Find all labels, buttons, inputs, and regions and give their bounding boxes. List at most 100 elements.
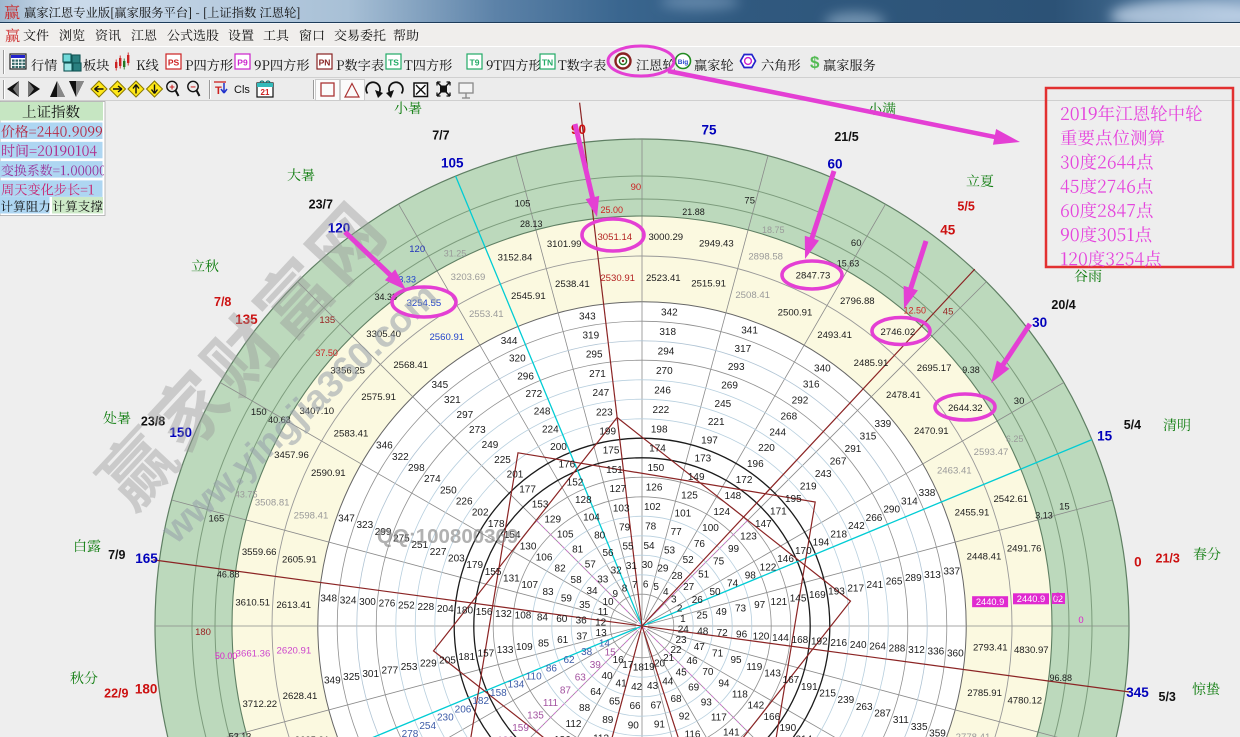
svg-text:118: 118 bbox=[732, 690, 748, 701]
svg-text:3051.14: 3051.14 bbox=[597, 232, 632, 243]
svg-text:72: 72 bbox=[717, 628, 729, 639]
svg-text:21.88: 21.88 bbox=[682, 207, 705, 217]
svg-text:66: 66 bbox=[629, 701, 641, 712]
svg-text:113: 113 bbox=[593, 733, 609, 737]
svg-text:15.63: 15.63 bbox=[837, 258, 860, 268]
svg-text:3661.36: 3661.36 bbox=[236, 648, 271, 659]
svg-text:7: 7 bbox=[632, 580, 638, 591]
svg-text:124: 124 bbox=[713, 507, 730, 518]
svg-text:5/5: 5/5 bbox=[957, 200, 974, 214]
svg-text:91: 91 bbox=[654, 720, 666, 731]
svg-text:2530.91: 2530.91 bbox=[600, 273, 635, 284]
svg-text:2613.41: 2613.41 bbox=[276, 600, 311, 611]
svg-text:268: 268 bbox=[780, 411, 797, 422]
svg-text:142: 142 bbox=[748, 701, 765, 712]
svg-text:2605.91: 2605.91 bbox=[282, 555, 317, 566]
svg-text:225: 225 bbox=[494, 455, 511, 466]
svg-text:297: 297 bbox=[457, 410, 474, 421]
svg-text:263: 263 bbox=[856, 702, 873, 713]
svg-text:79: 79 bbox=[619, 523, 631, 534]
svg-text:QQ:100800369: QQ:100800369 bbox=[377, 525, 518, 548]
svg-text:71: 71 bbox=[712, 649, 724, 660]
svg-text:3152.84: 3152.84 bbox=[498, 252, 533, 263]
svg-text:152: 152 bbox=[567, 477, 584, 488]
svg-text:50.00: 50.00 bbox=[215, 651, 238, 661]
svg-text:2478.41: 2478.41 bbox=[886, 390, 921, 401]
svg-text:156: 156 bbox=[476, 607, 493, 618]
svg-text:106: 106 bbox=[536, 553, 553, 564]
svg-text:2515.91: 2515.91 bbox=[691, 279, 726, 290]
svg-text:290: 290 bbox=[883, 505, 900, 516]
svg-text:274: 274 bbox=[424, 474, 441, 485]
svg-text:15: 15 bbox=[1059, 502, 1070, 513]
svg-text:157: 157 bbox=[478, 649, 495, 660]
svg-text:36: 36 bbox=[576, 616, 588, 627]
svg-text:2593.47: 2593.47 bbox=[974, 447, 1009, 458]
svg-text:51: 51 bbox=[698, 569, 710, 580]
svg-text:133: 133 bbox=[497, 645, 514, 656]
svg-text:83: 83 bbox=[542, 587, 554, 598]
svg-text:349: 349 bbox=[324, 676, 341, 687]
svg-text:338: 338 bbox=[919, 488, 936, 499]
svg-text:31.25: 31.25 bbox=[444, 248, 467, 258]
svg-text:20/4: 20/4 bbox=[1051, 298, 1075, 312]
svg-text:193: 193 bbox=[828, 587, 845, 598]
svg-text:2448.41: 2448.41 bbox=[967, 552, 1002, 563]
svg-text:2793.41: 2793.41 bbox=[973, 643, 1008, 654]
svg-text:2847.73: 2847.73 bbox=[796, 271, 831, 282]
svg-text:131: 131 bbox=[503, 574, 520, 585]
svg-text:224: 224 bbox=[542, 424, 559, 435]
svg-text:170: 170 bbox=[795, 546, 812, 557]
svg-text:150: 150 bbox=[647, 463, 664, 474]
svg-text:0: 0 bbox=[1055, 591, 1060, 601]
svg-text:272: 272 bbox=[525, 389, 542, 400]
svg-text:228: 228 bbox=[417, 602, 434, 613]
svg-text:61: 61 bbox=[557, 635, 569, 646]
svg-text:219: 219 bbox=[800, 482, 817, 493]
svg-text:2485.91: 2485.91 bbox=[854, 358, 889, 369]
svg-text:27: 27 bbox=[683, 582, 695, 593]
svg-text:343: 343 bbox=[579, 311, 596, 322]
svg-text:291: 291 bbox=[845, 444, 862, 455]
svg-text:58: 58 bbox=[571, 575, 583, 586]
svg-text:288: 288 bbox=[889, 643, 906, 654]
svg-text:177: 177 bbox=[519, 485, 536, 496]
svg-text:196: 196 bbox=[747, 459, 764, 470]
svg-text:49: 49 bbox=[716, 607, 728, 618]
svg-text:81: 81 bbox=[572, 544, 584, 555]
svg-text:266: 266 bbox=[866, 513, 883, 524]
svg-text:89: 89 bbox=[602, 715, 614, 726]
svg-text:120: 120 bbox=[753, 631, 770, 642]
svg-text:2644.32: 2644.32 bbox=[948, 403, 983, 414]
svg-text:346: 346 bbox=[376, 441, 393, 452]
svg-text:7/9: 7/9 bbox=[108, 548, 125, 562]
svg-text:5/3: 5/3 bbox=[1159, 690, 1176, 704]
svg-text:26: 26 bbox=[692, 595, 704, 606]
svg-text:73: 73 bbox=[735, 604, 747, 615]
svg-text:222: 222 bbox=[653, 405, 670, 416]
svg-text:126: 126 bbox=[646, 483, 663, 494]
svg-text:173: 173 bbox=[695, 454, 712, 465]
svg-text:129: 129 bbox=[544, 515, 561, 526]
svg-text:248: 248 bbox=[534, 407, 551, 418]
svg-text:181: 181 bbox=[458, 652, 475, 663]
svg-text:64: 64 bbox=[590, 687, 602, 698]
svg-text:301: 301 bbox=[362, 669, 379, 680]
svg-text:25.00: 25.00 bbox=[601, 205, 624, 215]
svg-text:151: 151 bbox=[606, 465, 623, 476]
svg-text:105: 105 bbox=[557, 530, 574, 541]
svg-text:60: 60 bbox=[851, 238, 862, 249]
svg-text:320: 320 bbox=[509, 354, 526, 365]
svg-text:176: 176 bbox=[558, 460, 575, 471]
svg-text:2440.9: 2440.9 bbox=[976, 597, 1004, 607]
svg-text:295: 295 bbox=[586, 350, 603, 361]
svg-text:90: 90 bbox=[628, 721, 640, 732]
svg-text:324: 324 bbox=[340, 595, 357, 606]
svg-text:54: 54 bbox=[643, 541, 655, 552]
svg-text:2491.76: 2491.76 bbox=[1007, 543, 1042, 554]
svg-text:44: 44 bbox=[662, 676, 674, 687]
svg-text:180: 180 bbox=[195, 627, 211, 638]
svg-text:0: 0 bbox=[1134, 555, 1142, 570]
svg-text:267: 267 bbox=[830, 456, 847, 467]
svg-text:96: 96 bbox=[736, 630, 748, 641]
